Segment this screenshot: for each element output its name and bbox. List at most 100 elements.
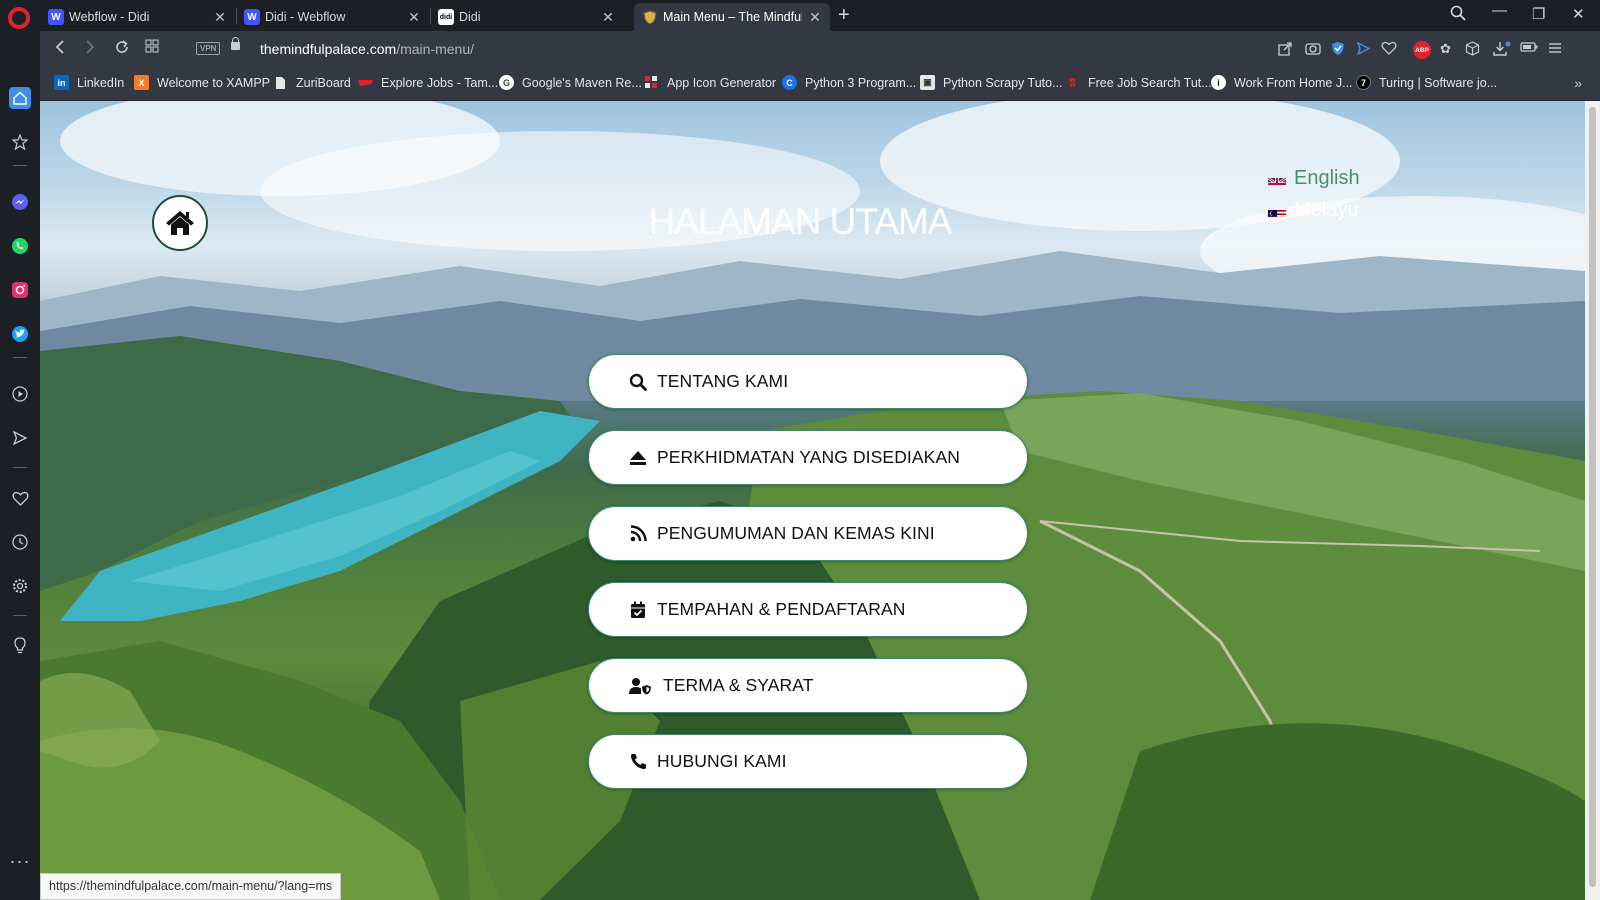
menu-button-tentang-kami[interactable]: TENTANG KAMI <box>588 354 1028 409</box>
bookmark-explore-jobs[interactable]: Explore Jobs - Tam... <box>358 75 498 90</box>
more-options-icon[interactable]: ··· <box>9 850 31 872</box>
tab-main-menu[interactable]: Main Menu – The Mindful P ✕ <box>634 3 830 31</box>
main-menu: TENTANG KAMI PERKHIDMATAN YANG DISEDIAKA… <box>588 354 1028 810</box>
bookmark-label: Turing | Software jo... <box>1379 75 1498 90</box>
image-icon: ▣ <box>920 75 935 90</box>
language-label: English <box>1294 167 1360 189</box>
language-malay-link[interactable]: Melayu <box>1268 199 1358 222</box>
bookmark-label: App Icon Generator <box>667 75 777 90</box>
star-icon[interactable] <box>9 131 31 153</box>
history-icon[interactable] <box>9 531 31 553</box>
sidebar-divider <box>13 165 27 166</box>
phone-icon <box>627 751 649 773</box>
home-icon[interactable] <box>9 87 31 109</box>
settings-icon[interactable] <box>9 575 31 597</box>
tab-title: Main Menu – The Mindful P <box>663 10 802 24</box>
instagram-icon[interactable] <box>9 279 31 301</box>
whatsapp-icon[interactable] <box>9 235 31 257</box>
tab-didi-webflow[interactable]: W Didi - Webflow ✕ <box>236 3 429 31</box>
menu-button-label: HUBUNGI KAMI <box>657 751 787 771</box>
info-icon: i <box>1211 75 1226 90</box>
lock-icon[interactable] <box>231 37 240 50</box>
shield-check-icon[interactable] <box>1331 41 1345 59</box>
send-icon[interactable] <box>1356 41 1371 59</box>
scrollbar-thumb[interactable] <box>1589 107 1596 887</box>
messenger-icon[interactable] <box>9 191 31 213</box>
camera-icon[interactable] <box>1305 41 1321 58</box>
close-icon[interactable]: ✕ <box>213 9 227 26</box>
vpn-badge[interactable]: VPN <box>196 42 221 55</box>
bookmark-google-maven[interactable]: G Google's Maven Re... <box>499 75 642 90</box>
adblock-plus-icon[interactable]: ABP <box>1413 41 1431 59</box>
sidebar-divider <box>13 357 27 358</box>
tab-webflow-didi[interactable]: W Webflow - Didi ✕ <box>40 3 235 31</box>
webflow-icon: W <box>244 9 260 25</box>
ribbon-icon <box>358 75 373 90</box>
reload-button[interactable] <box>114 39 130 60</box>
menu-button-tempahan[interactable]: TEMPAHAN & PENDAFTARAN <box>588 582 1028 637</box>
language-english-link[interactable]: English <box>1268 167 1360 190</box>
bookmark-label: LinkedIn <box>77 75 125 90</box>
close-icon[interactable]: ✕ <box>601 9 615 26</box>
opera-sidebar: ··· <box>0 31 40 900</box>
search-icon[interactable] <box>1450 5 1466 25</box>
xampp-icon: X <box>134 75 149 90</box>
malaysia-flag-icon <box>1268 205 1286 217</box>
url-field[interactable]: themindfulpalace.com/main-menu/ <box>260 41 474 57</box>
url-path: /main-menu/ <box>396 41 474 57</box>
forward-button[interactable] <box>84 39 96 60</box>
extension-gear-icon[interactable]: ✿ <box>1440 41 1451 57</box>
tab-title: Webflow - Didi <box>69 10 150 24</box>
turing-icon: 7 <box>1356 75 1371 90</box>
menu-button-terma[interactable]: TERMA & SYARAT <box>588 658 1028 713</box>
close-window-button[interactable]: ✕ <box>1572 5 1585 23</box>
lightbulb-icon[interactable] <box>9 635 31 657</box>
bookmark-work-from-home[interactable]: i Work From Home J... <box>1211 75 1353 90</box>
home-button[interactable] <box>152 195 208 251</box>
heart-icon[interactable] <box>1381 41 1397 58</box>
menu-button-label: TERMA & SYARAT <box>663 675 814 695</box>
download-icon[interactable] <box>1493 41 1511 60</box>
sidebar-divider <box>13 467 27 468</box>
restore-button[interactable]: ❐ <box>1532 5 1545 23</box>
page-scrollbar[interactable] <box>1585 101 1600 900</box>
google-icon: G <box>499 75 514 90</box>
opera-logo-icon[interactable] <box>8 7 30 29</box>
bookmark-linkedin[interactable]: in LinkedIn <box>54 75 124 90</box>
bookmark-python-scrapy[interactable]: ▣ Python Scrapy Tuto... <box>920 75 1063 90</box>
bookmark-zuriboard[interactable]: ZuriBoard <box>273 75 351 90</box>
cube-icon[interactable] <box>1465 41 1480 59</box>
tabs-grid-icon[interactable] <box>145 39 159 58</box>
player-icon[interactable] <box>9 383 31 405</box>
bookmark-label: Welcome to XAMPP <box>157 75 271 90</box>
twitter-icon[interactable] <box>9 323 31 345</box>
bookmark-label: ZuriBoard <box>296 75 351 90</box>
shield-icon <box>642 9 658 25</box>
back-button[interactable] <box>54 39 66 60</box>
tab-didi[interactable]: didi Didi ✕ <box>430 3 623 31</box>
bookmark-python3[interactable]: C Python 3 Program... <box>782 75 916 90</box>
heart-icon[interactable] <box>9 487 31 509</box>
battery-icon[interactable] <box>1520 41 1538 56</box>
share-icon[interactable] <box>1278 41 1293 59</box>
search-icon <box>627 371 649 393</box>
menu-button-label: PENGUMUMAN DAN KEMAS KINI <box>657 523 935 543</box>
menu-button-pengumuman[interactable]: PENGUMUMAN DAN KEMAS KINI <box>588 506 1028 561</box>
menu-button-hubungi[interactable]: HUBUNGI KAMI <box>588 734 1028 789</box>
minimize-button[interactable]: — <box>1492 2 1507 19</box>
more-bookmarks-icon[interactable]: » <box>1574 75 1582 91</box>
easy-setup-icon[interactable] <box>1548 41 1562 58</box>
bookmark-label: Work From Home J... <box>1234 75 1353 90</box>
didi-icon: didi <box>438 9 454 25</box>
bookmark-free-job-search[interactable]: ʬ Free Job Search Tut... <box>1065 75 1211 90</box>
send-icon[interactable] <box>9 427 31 449</box>
new-tab-button[interactable]: + <box>838 4 850 27</box>
bookmark-turing[interactable]: 7 Turing | Software jo... <box>1356 75 1497 90</box>
bookmark-xampp[interactable]: X Welcome to XAMPP <box>134 75 270 90</box>
uk-flag-icon <box>1268 173 1286 185</box>
close-icon[interactable]: ✕ <box>808 9 822 26</box>
bookmark-app-icon-generator[interactable]: App Icon Generator <box>644 75 776 90</box>
calendar-check-icon <box>627 599 649 621</box>
close-icon[interactable]: ✕ <box>407 9 421 26</box>
menu-button-perkhidmatan[interactable]: PERKHIDMATAN YANG DISEDIAKAN <box>588 430 1028 485</box>
